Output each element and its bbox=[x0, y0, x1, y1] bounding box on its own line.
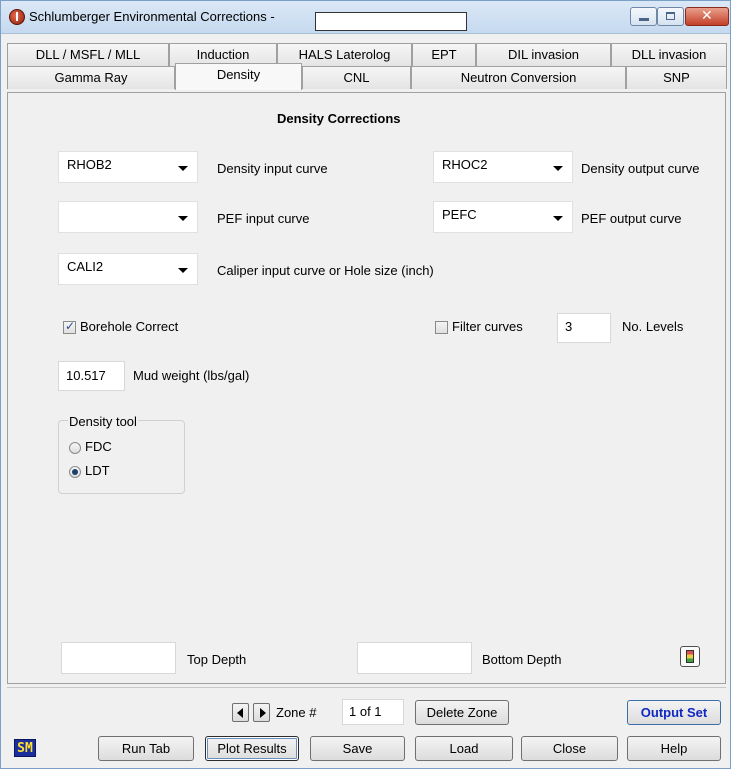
pef-output-select[interactable]: PEFC bbox=[433, 201, 573, 233]
tab-cnl[interactable]: CNL bbox=[302, 66, 411, 89]
tab-gamma-ray[interactable]: Gamma Ray bbox=[7, 66, 175, 89]
close-window-button[interactable]: ✕ bbox=[685, 7, 729, 26]
levels-input[interactable]: 3 bbox=[557, 313, 611, 343]
density-output-select[interactable]: RHOC2 bbox=[433, 151, 573, 183]
borehole-correct-label: Borehole Correct bbox=[80, 319, 179, 334]
tab-dil-invasion[interactable]: DIL invasion bbox=[476, 43, 611, 66]
arrow-left-icon bbox=[237, 708, 243, 718]
top-depth-label: Top Depth bbox=[187, 652, 247, 667]
fdc-label: FDC bbox=[85, 439, 112, 454]
mud-weight-input[interactable]: 10.517 bbox=[58, 361, 125, 391]
zone-label: Zone # bbox=[276, 705, 317, 720]
chevron-down-icon bbox=[178, 166, 188, 171]
chevron-down-icon bbox=[553, 166, 563, 171]
tab-dll-invasion[interactable]: DLL invasion bbox=[611, 43, 727, 66]
bottom-depth-label: Bottom Depth bbox=[482, 652, 562, 667]
mud-weight-label: Mud weight (lbs/gal) bbox=[133, 368, 250, 383]
delete-zone-button[interactable]: Delete Zone bbox=[415, 700, 509, 725]
title-bar: Schlumberger Environmental Corrections -… bbox=[1, 1, 730, 34]
maximize-button[interactable] bbox=[657, 7, 684, 26]
plot-results-button[interactable]: Plot Results bbox=[205, 736, 299, 761]
arrow-right-icon bbox=[260, 708, 266, 718]
zone-number-field[interactable]: 1 of 1 bbox=[342, 699, 404, 725]
density-input-label: Density input curve bbox=[217, 161, 328, 176]
close-icon: ✕ bbox=[701, 8, 713, 24]
caliper-input-label: Caliper input curve or Hole size (inch) bbox=[217, 263, 434, 278]
chevron-down-icon bbox=[178, 268, 188, 273]
levels-label: No. Levels bbox=[622, 319, 684, 334]
previous-zone-button[interactable] bbox=[232, 703, 249, 722]
density-tool-title: Density tool bbox=[68, 414, 138, 429]
filter-curves-label: Filter curves bbox=[452, 319, 523, 334]
run-tab-button[interactable]: Run Tab bbox=[98, 736, 194, 761]
app-icon bbox=[9, 9, 25, 25]
save-button[interactable]: Save bbox=[310, 736, 405, 761]
tab-neutron-conversion[interactable]: Neutron Conversion bbox=[411, 66, 626, 89]
tab-density[interactable]: Density bbox=[175, 63, 302, 90]
density-tool-group bbox=[58, 420, 185, 494]
ldt-radio[interactable] bbox=[69, 466, 81, 478]
top-depth-input[interactable] bbox=[61, 642, 176, 674]
caliper-input-select[interactable]: CALI2 bbox=[58, 253, 198, 285]
density-output-label: Density output curve bbox=[581, 161, 700, 176]
tab-ept[interactable]: EPT bbox=[412, 43, 476, 66]
chevron-down-icon bbox=[553, 216, 563, 221]
tab-snp[interactable]: SNP bbox=[626, 66, 727, 89]
pef-output-label: PEF output curve bbox=[581, 211, 682, 226]
maximize-icon bbox=[666, 12, 675, 20]
next-zone-button[interactable] bbox=[253, 703, 270, 722]
load-button[interactable]: Load bbox=[415, 736, 513, 761]
minimize-button[interactable] bbox=[630, 7, 657, 26]
window-title: Schlumberger Environmental Corrections - bbox=[29, 9, 275, 24]
bottom-depth-input[interactable] bbox=[357, 642, 472, 674]
pef-input-label: PEF input curve bbox=[217, 211, 310, 226]
traffic-light-icon bbox=[686, 650, 694, 663]
chevron-down-icon bbox=[178, 216, 188, 221]
pef-input-select[interactable] bbox=[58, 201, 198, 233]
tab-dll-msfl-mll[interactable]: DLL / MSFL / MLL bbox=[7, 43, 169, 66]
ldt-label: LDT bbox=[85, 463, 110, 478]
borehole-correct-checkbox[interactable] bbox=[63, 319, 76, 334]
traffic-light-button[interactable] bbox=[680, 646, 700, 667]
fdc-radio[interactable] bbox=[69, 442, 81, 454]
output-set-button[interactable]: Output Set bbox=[627, 700, 721, 725]
footer-divider bbox=[7, 687, 726, 688]
close-button[interactable]: Close bbox=[521, 736, 618, 761]
filter-curves-checkbox[interactable] bbox=[435, 321, 448, 334]
panel-heading: Density Corrections bbox=[277, 111, 401, 126]
density-input-select[interactable]: RHOB2 bbox=[58, 151, 198, 183]
app-window: Schlumberger Environmental Corrections -… bbox=[0, 0, 731, 769]
help-button[interactable]: Help bbox=[627, 736, 721, 761]
sm-logo: SM bbox=[14, 739, 36, 757]
title-field[interactable] bbox=[315, 12, 467, 31]
minimize-icon bbox=[639, 18, 649, 21]
